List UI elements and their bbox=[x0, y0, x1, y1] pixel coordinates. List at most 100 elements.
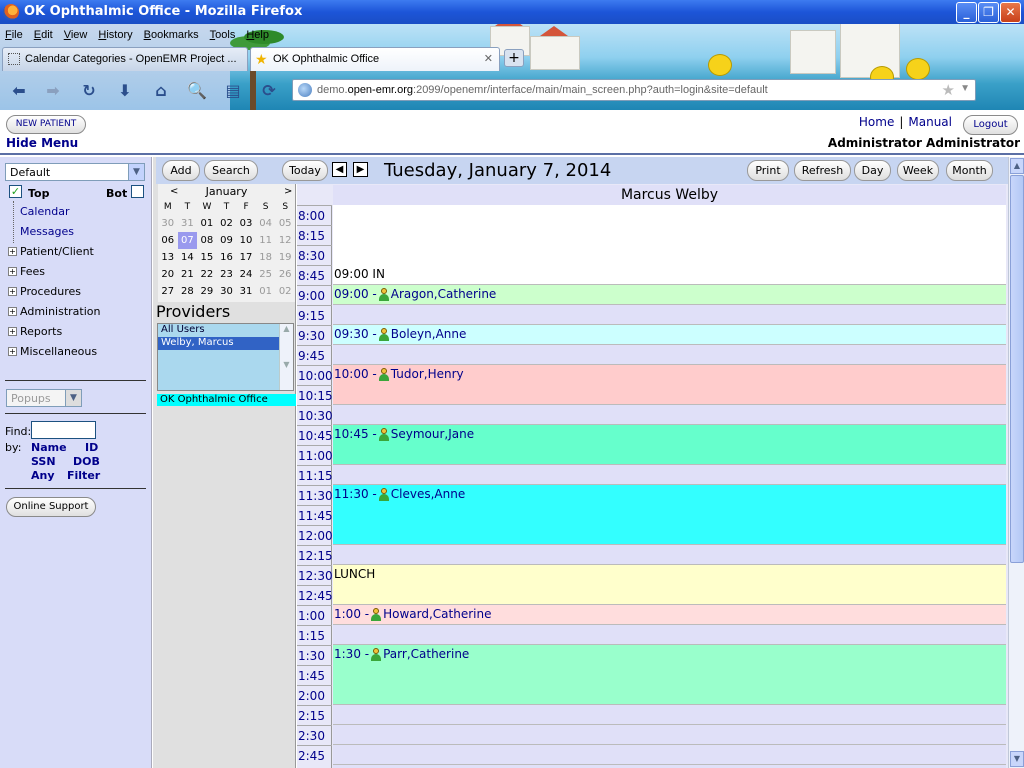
patient-icon[interactable] bbox=[378, 428, 389, 441]
time-slot-label[interactable]: 10:45 bbox=[297, 425, 333, 445]
time-slot-label[interactable]: 11:00 bbox=[297, 445, 333, 465]
month-view-button[interactable]: Month bbox=[946, 160, 993, 181]
mini-calendar-day[interactable]: 10 bbox=[236, 232, 256, 249]
time-slot-label[interactable]: 11:15 bbox=[297, 465, 333, 485]
calendar-event[interactable]: LUNCH bbox=[333, 565, 1006, 605]
prev-day-icon[interactable]: ◀ bbox=[332, 162, 347, 177]
patient-name[interactable]: Tudor,Henry bbox=[391, 367, 464, 381]
mini-calendar-day[interactable]: 03 bbox=[236, 215, 256, 232]
empty-time-slot[interactable] bbox=[333, 625, 1006, 645]
bot-checkbox[interactable] bbox=[131, 185, 144, 198]
nav-patient-client[interactable]: + Patient/Client bbox=[8, 245, 94, 259]
patient-name[interactable]: Parr,Catherine bbox=[383, 647, 469, 661]
search-button[interactable]: Search bbox=[204, 160, 258, 181]
time-slot-label[interactable]: 2:15 bbox=[297, 705, 332, 725]
time-slot-label[interactable]: 12:00 bbox=[297, 525, 333, 545]
time-slot-label[interactable]: 12:30 bbox=[297, 565, 333, 585]
facility-label[interactable]: OK Ophthalmic Office bbox=[157, 394, 296, 406]
mini-calendar-day[interactable]: 12 bbox=[275, 232, 295, 249]
patient-icon[interactable] bbox=[378, 368, 389, 381]
mini-calendar-day[interactable]: 30 bbox=[217, 283, 237, 300]
menu-help[interactable]: Help bbox=[246, 29, 269, 41]
empty-time-slot[interactable] bbox=[333, 545, 1006, 565]
tab-calendar-categories[interactable]: Calendar Categories - OpenEMR Project ..… bbox=[2, 47, 248, 71]
time-slot-label[interactable]: 8:00 bbox=[297, 205, 332, 225]
menu-tools[interactable]: Tools bbox=[210, 29, 236, 41]
time-slot-label[interactable]: 2:45 bbox=[297, 745, 332, 765]
mini-calendar-day[interactable]: 15 bbox=[197, 249, 217, 266]
popups-select[interactable]: Popups ▼ bbox=[6, 389, 82, 407]
appointment-event[interactable]: 09:00 - Aragon,Catherine bbox=[333, 285, 1006, 305]
mini-calendar-day[interactable]: 16 bbox=[217, 249, 237, 266]
appointment-event[interactable]: 1:00 - Howard,Catherine bbox=[333, 605, 1006, 625]
reload-icon[interactable]: ↻ bbox=[78, 80, 100, 102]
find-input[interactable] bbox=[31, 421, 96, 439]
nav-fees[interactable]: + Fees bbox=[8, 265, 45, 279]
download-icon[interactable]: ⬇ bbox=[114, 80, 136, 102]
empty-time-slot[interactable] bbox=[333, 725, 1006, 745]
nav-calendar[interactable]: Calendar bbox=[20, 205, 69, 218]
expand-plus-icon[interactable]: + bbox=[8, 327, 17, 336]
time-slot-label[interactable]: 9:45 bbox=[297, 345, 332, 365]
tab-ok-ophthalmic-office[interactable]: ★ OK Ophthalmic Office ✕ bbox=[250, 47, 500, 71]
provider-option-welby-marcus[interactable]: Welby, Marcus bbox=[158, 337, 293, 350]
empty-time-slot[interactable] bbox=[333, 745, 1006, 765]
patient-icon[interactable] bbox=[378, 288, 389, 301]
today-button[interactable]: Today bbox=[282, 160, 328, 181]
empty-time-slot[interactable] bbox=[333, 245, 1006, 265]
find-by-ssn[interactable]: SSN bbox=[31, 455, 56, 468]
patient-name[interactable]: Seymour,Jane bbox=[391, 427, 474, 441]
time-slot-label[interactable]: 1:00 bbox=[297, 605, 332, 625]
menu-bookmarks[interactable]: Bookmarks bbox=[144, 29, 199, 41]
maximize-button[interactable]: ❐ bbox=[978, 2, 999, 23]
empty-time-slot[interactable] bbox=[333, 345, 1006, 365]
event-time[interactable]: 10:45 bbox=[334, 427, 369, 441]
mini-calendar-day[interactable]: 05 bbox=[275, 215, 295, 232]
find-by-name[interactable]: Name bbox=[31, 441, 67, 454]
mini-calendar-day[interactable]: 17 bbox=[236, 249, 256, 266]
logout-button[interactable]: Logout bbox=[963, 115, 1018, 135]
mini-calendar-day[interactable]: 26 bbox=[275, 266, 295, 283]
appointment-event[interactable]: 09:30 - Boleyn,Anne bbox=[333, 325, 1006, 345]
menu-edit[interactable]: Edit bbox=[34, 29, 53, 41]
find-filter[interactable]: Filter bbox=[67, 469, 100, 482]
empty-time-slot[interactable] bbox=[333, 465, 1006, 485]
time-slot-label[interactable]: 1:15 bbox=[297, 625, 332, 645]
mini-calendar-day[interactable]: 07 bbox=[177, 232, 198, 249]
nav-miscellaneous[interactable]: + Miscellaneous bbox=[8, 345, 97, 359]
nav-messages[interactable]: Messages bbox=[20, 225, 74, 238]
scroll-down-icon[interactable]: ▼ bbox=[1010, 751, 1024, 767]
time-slot-label[interactable]: 12:45 bbox=[297, 585, 333, 605]
time-slot-label[interactable]: 9:00 bbox=[297, 285, 332, 305]
patient-icon[interactable] bbox=[371, 608, 382, 621]
tab-close-icon[interactable]: ✕ bbox=[484, 52, 493, 65]
time-slot-label[interactable]: 10:15 bbox=[297, 385, 333, 405]
find-by-dob[interactable]: DOB bbox=[73, 455, 100, 468]
mini-calendar-day[interactable]: 11 bbox=[256, 232, 276, 249]
expand-plus-icon[interactable]: + bbox=[8, 347, 17, 356]
mini-calendar-day[interactable]: 29 bbox=[197, 283, 217, 300]
time-slot-label[interactable]: 8:15 bbox=[297, 225, 332, 245]
menu-history[interactable]: History bbox=[98, 29, 132, 41]
site-identity-icon[interactable] bbox=[298, 83, 312, 97]
event-time[interactable]: 09:30 bbox=[334, 327, 369, 341]
empty-time-slot[interactable] bbox=[333, 305, 1006, 325]
add-button[interactable]: Add bbox=[162, 160, 200, 181]
new-patient-button[interactable]: NEW PATIENT bbox=[6, 115, 86, 134]
mini-calendar-day[interactable]: 28 bbox=[178, 283, 198, 300]
nav-procedures[interactable]: + Procedures bbox=[8, 285, 81, 299]
time-slot-label[interactable]: 10:30 bbox=[297, 405, 333, 425]
expand-plus-icon[interactable]: + bbox=[8, 267, 17, 276]
time-slot-label[interactable]: 11:45 bbox=[297, 505, 333, 525]
time-slot-label[interactable]: 9:30 bbox=[297, 325, 332, 345]
mini-calendar-day[interactable]: 20 bbox=[158, 266, 178, 283]
time-slot-label[interactable]: 10:00 bbox=[297, 365, 333, 385]
mini-calendar-day[interactable]: 24 bbox=[236, 266, 256, 283]
mini-calendar-day[interactable]: 31 bbox=[178, 215, 198, 232]
expand-plus-icon[interactable]: + bbox=[8, 287, 17, 296]
mini-calendar-day[interactable]: 25 bbox=[256, 266, 276, 283]
expand-plus-icon[interactable]: + bbox=[8, 247, 17, 256]
patient-name[interactable]: Boleyn,Anne bbox=[391, 327, 467, 341]
empty-time-slot[interactable] bbox=[333, 225, 1006, 245]
refresh-button[interactable]: Refresh bbox=[794, 160, 851, 181]
